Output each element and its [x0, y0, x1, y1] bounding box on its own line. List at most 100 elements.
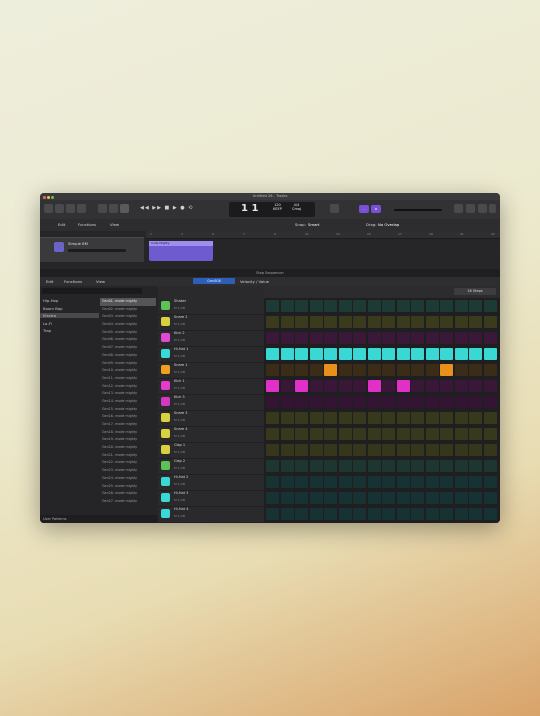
- step-active[interactable]: [266, 348, 279, 360]
- step-active[interactable]: [353, 348, 366, 360]
- step-inactive[interactable]: [469, 300, 482, 312]
- pattern-file-item[interactable]: Gen05- mode mighty: [100, 329, 156, 337]
- row-controls[interactable]: M S ON: [174, 370, 185, 374]
- close-icon[interactable]: [43, 196, 46, 199]
- step-inactive[interactable]: [425, 396, 439, 408]
- step-inactive[interactable]: [338, 428, 352, 440]
- pattern-file-item[interactable]: Gen21- mode mighty: [100, 452, 156, 460]
- row-header[interactable]: Snare 1 M S ON: [158, 362, 264, 379]
- step-active[interactable]: [382, 348, 395, 360]
- library-icon[interactable]: [44, 204, 53, 213]
- pattern-file-item[interactable]: Gen15- mode mighty: [100, 406, 156, 414]
- step-inactive[interactable]: [338, 476, 352, 488]
- step-active[interactable]: [440, 364, 453, 376]
- step-inactive[interactable]: [440, 444, 453, 456]
- row-header[interactable]: Hi-Hat 3 M S ON: [158, 490, 264, 507]
- row-controls[interactable]: M S ON: [174, 466, 185, 470]
- step-inactive[interactable]: [324, 316, 337, 328]
- pattern-file-item[interactable]: Gen17- mode mighty: [100, 421, 156, 429]
- step-active[interactable]: [440, 348, 453, 360]
- step-inactive[interactable]: [353, 492, 366, 504]
- tuner-icon[interactable]: [330, 204, 339, 213]
- step-inactive[interactable]: [396, 364, 410, 376]
- transport-controls[interactable]: ◀◀ ▶▶ ■ ▶ ● ⟲: [140, 205, 193, 211]
- step-inactive[interactable]: [353, 428, 366, 440]
- step-inactive[interactable]: [324, 492, 337, 504]
- category-item[interactable]: Electro: [40, 313, 99, 319]
- step-inactive[interactable]: [454, 332, 468, 344]
- category-item[interactable]: Hip-Hop: [40, 298, 99, 303]
- step-inactive[interactable]: [411, 380, 424, 392]
- pattern-file-item[interactable]: Gen24- mode mighty: [100, 475, 156, 483]
- seq-menu-view[interactable]: View: [96, 279, 105, 284]
- pattern-file-item[interactable]: Gen19- mode mighty: [100, 436, 156, 444]
- step-inactive[interactable]: [324, 444, 337, 456]
- step-inactive[interactable]: [367, 508, 381, 520]
- step-inactive[interactable]: [382, 364, 395, 376]
- step-inactive[interactable]: [483, 364, 497, 376]
- master-volume-slider[interactable]: [394, 209, 442, 211]
- step-inactive[interactable]: [295, 412, 308, 424]
- step-inactive[interactable]: [469, 492, 482, 504]
- step-inactive[interactable]: [280, 396, 294, 408]
- track-volume-slider[interactable]: [68, 249, 126, 252]
- step-inactive[interactable]: [367, 492, 381, 504]
- seq-menu-functions[interactable]: Functions: [64, 279, 82, 284]
- step-inactive[interactable]: [382, 380, 395, 392]
- row-header[interactable]: Kick 3 M S ON: [158, 394, 264, 411]
- step-inactive[interactable]: [425, 492, 439, 504]
- step-inactive[interactable]: [382, 492, 395, 504]
- step-inactive[interactable]: [367, 364, 381, 376]
- step-inactive[interactable]: [309, 492, 323, 504]
- list-editors-icon[interactable]: [489, 204, 496, 213]
- step-inactive[interactable]: [425, 300, 439, 312]
- step-inactive[interactable]: [295, 492, 308, 504]
- step-inactive[interactable]: [353, 412, 366, 424]
- step-inactive[interactable]: [367, 316, 381, 328]
- row-controls[interactable]: M S ON: [174, 402, 185, 406]
- step-inactive[interactable]: [411, 508, 424, 520]
- category-item[interactable]: Trap: [40, 328, 99, 333]
- step-inactive[interactable]: [411, 364, 424, 376]
- step-inactive[interactable]: [425, 364, 439, 376]
- step-inactive[interactable]: [280, 476, 294, 488]
- pattern-file-item[interactable]: Gen16- mode mighty: [100, 413, 156, 421]
- step-inactive[interactable]: [411, 428, 424, 440]
- step-inactive[interactable]: [396, 476, 410, 488]
- menu-view[interactable]: View: [110, 222, 119, 227]
- step-inactive[interactable]: [280, 412, 294, 424]
- row-controls[interactable]: M S ON: [174, 498, 185, 502]
- step-inactive[interactable]: [382, 428, 395, 440]
- pattern-file-item[interactable]: Gen07- mode mighty: [100, 344, 156, 352]
- pencil-icon[interactable]: [120, 204, 129, 213]
- step-inactive[interactable]: [309, 444, 323, 456]
- step-inactive[interactable]: [454, 300, 468, 312]
- metronome-button[interactable]: ⚙: [371, 205, 381, 213]
- step-inactive[interactable]: [440, 476, 453, 488]
- step-inactive[interactable]: [309, 364, 323, 376]
- step-inactive[interactable]: [353, 508, 366, 520]
- step-inactive[interactable]: [469, 508, 482, 520]
- step-inactive[interactable]: [440, 508, 453, 520]
- step-inactive[interactable]: [367, 428, 381, 440]
- step-inactive[interactable]: [266, 412, 279, 424]
- step-inactive[interactable]: [440, 316, 453, 328]
- step-inactive[interactable]: [440, 380, 453, 392]
- step-active[interactable]: [324, 348, 337, 360]
- menu-functions[interactable]: Functions: [78, 222, 96, 227]
- row-header[interactable]: Hi-Hat 4 M S ON: [158, 506, 264, 523]
- step-inactive[interactable]: [382, 444, 395, 456]
- step-active[interactable]: [295, 348, 308, 360]
- step-inactive[interactable]: [266, 444, 279, 456]
- step-inactive[interactable]: [309, 476, 323, 488]
- steps-count-button[interactable]: 16 Steps: [454, 288, 496, 295]
- step-inactive[interactable]: [353, 396, 366, 408]
- pattern-file-item[interactable]: Gen20- mode mighty: [100, 444, 156, 452]
- step-inactive[interactable]: [367, 460, 381, 472]
- step-inactive[interactable]: [396, 412, 410, 424]
- step-active[interactable]: [367, 380, 381, 392]
- row-controls[interactable]: M S ON: [174, 418, 185, 422]
- step-inactive[interactable]: [454, 476, 468, 488]
- step-active[interactable]: [324, 364, 337, 376]
- smart-controls-icon[interactable]: [77, 204, 86, 213]
